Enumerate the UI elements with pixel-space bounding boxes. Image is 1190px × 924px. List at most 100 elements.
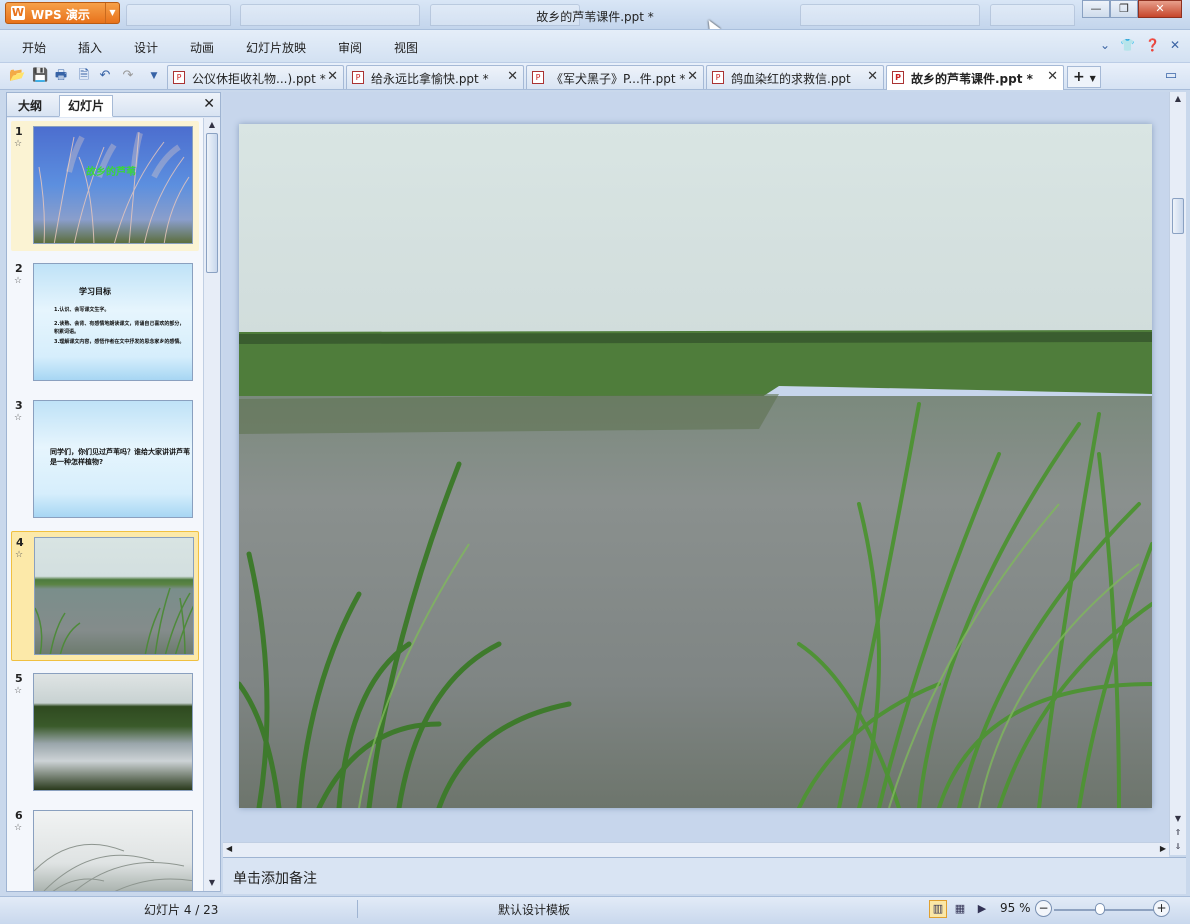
slide-line: 2.读熟、会背、有感情地朗读课文，背诵自己喜欢的部分，积累词语。: [54, 321, 185, 335]
zoom-out-icon[interactable]: −: [1035, 900, 1052, 917]
scroll-left-icon[interactable]: ◀: [226, 844, 232, 853]
menu-review[interactable]: 审阅: [338, 39, 362, 56]
minimize-button[interactable]: —: [1082, 0, 1110, 18]
close-tab-icon[interactable]: ✕: [507, 69, 518, 84]
new-tab-button[interactable]: + ▼: [1067, 66, 1101, 88]
window-controls: — ❐ ✕: [1082, 0, 1182, 18]
pane-tab-bar: 大纲 幻灯片 ✕: [7, 93, 220, 117]
animation-star-icon: ☆: [14, 823, 23, 833]
zoom-slider[interactable]: [1054, 909, 1156, 911]
slideshow-view-icon[interactable]: ▶: [973, 900, 991, 918]
slide-preview-grass: [33, 810, 193, 891]
close-pane-icon[interactable]: ✕: [203, 96, 215, 112]
normal-view-icon[interactable]: ▥: [929, 900, 947, 918]
chevron-down-icon: ▼: [1089, 74, 1096, 83]
tab-slides[interactable]: 幻灯片: [59, 95, 114, 117]
save-icon[interactable]: 💾: [32, 68, 48, 84]
slide-editor: [223, 92, 1169, 855]
tab-outline[interactable]: 大纲: [9, 95, 51, 117]
slide-number: 3: [15, 399, 23, 412]
menu-bar: 开始 插入 设计 动画 幻灯片放映 审阅 视图 ⌄ 👕 ❓ ✕: [0, 30, 1190, 62]
status-separator: [357, 900, 358, 918]
editor-vertical-scrollbar[interactable]: ▲ ▼ ⇑ ⇓: [1169, 92, 1186, 855]
close-tab-icon[interactable]: ✕: [867, 69, 878, 84]
slide-thumbnail[interactable]: 2 ☆ 学习目标 1.认识、会写课文生字。 2.读熟、会背、有感情地朗读课文，背…: [11, 258, 199, 388]
close-button[interactable]: ✕: [1138, 0, 1182, 18]
slide-indicator: 幻灯片 4 / 23: [144, 903, 219, 917]
menu-animation[interactable]: 动画: [190, 39, 214, 56]
design-template-label[interactable]: 默认设计模板: [498, 901, 570, 918]
next-slide-icon[interactable]: ⇓: [1170, 840, 1186, 854]
window-layout-icon[interactable]: ▭: [1163, 68, 1179, 84]
slide-thumbnail[interactable]: 1 ☆ 故乡的芦苇: [11, 121, 199, 251]
animation-star-icon: ☆: [14, 139, 23, 149]
scroll-up-icon[interactable]: ▲: [204, 118, 220, 132]
doc-tab[interactable]: P 《军犬黑子》P...件.ppt * ✕: [526, 65, 704, 89]
slide-thumbnail[interactable]: 3 ☆ 同学们，你们见过芦苇吗？谁给大家讲讲芦苇是一种怎样植物?: [11, 395, 199, 525]
menu-slideshow[interactable]: 幻灯片放映: [246, 39, 306, 56]
window-title: 故乡的芦苇课件.ppt *: [536, 10, 654, 24]
scroll-up-icon[interactable]: ▲: [1170, 92, 1186, 106]
current-slide[interactable]: [239, 124, 1152, 808]
ppt-file-icon: P: [892, 71, 904, 84]
slide-preview-reeds: 故乡的芦苇: [33, 126, 193, 244]
menu-insert[interactable]: 插入: [78, 39, 102, 56]
skin-icon[interactable]: 👕: [1120, 38, 1135, 52]
close-tab-icon[interactable]: ✕: [327, 69, 338, 84]
previous-slide-icon[interactable]: ⇑: [1170, 826, 1186, 840]
editor-horizontal-scrollbar[interactable]: ◀ ▶: [223, 842, 1169, 857]
doc-tab-label: 《军犬黑子》P...件.ppt *: [551, 72, 686, 86]
zoom-in-icon[interactable]: +: [1153, 900, 1170, 917]
slide-line: 1.认识、会写课文生字。: [54, 307, 110, 313]
doc-tab[interactable]: P 给永远比拿愉快.ppt * ✕: [346, 65, 524, 89]
maximize-button[interactable]: ❐: [1110, 0, 1138, 18]
scroll-right-icon[interactable]: ▶: [1160, 844, 1166, 853]
slide-preview-blue: 学习目标 1.认识、会写课文生字。 2.读熟、会背、有感情地朗读课文，背诵自己喜…: [33, 263, 193, 381]
scroll-down-icon[interactable]: ▼: [204, 876, 220, 890]
slide-thumbnail[interactable]: 6 ☆: [11, 805, 199, 891]
title-bar: W WPS 演示 ▼ 故乡的芦苇课件.ppt * — ❐ ✕: [0, 0, 1190, 30]
slide-sorter-view-icon[interactable]: ▦: [951, 900, 969, 918]
doc-tab[interactable]: P 公仪休拒收礼物...).ppt * ✕: [167, 65, 344, 89]
print-preview-icon[interactable]: 🗎: [76, 68, 92, 84]
lake-reeds-photo: [239, 124, 1152, 808]
menu-home[interactable]: 开始: [22, 39, 46, 56]
scroll-thumb[interactable]: [206, 133, 218, 273]
chevron-down-icon[interactable]: ⌄: [1100, 38, 1110, 52]
undo-icon[interactable]: ↶: [97, 68, 113, 84]
menu-view[interactable]: 视图: [394, 39, 418, 56]
close-tab-icon[interactable]: ✕: [687, 69, 698, 84]
close-ribbon-icon[interactable]: ✕: [1170, 38, 1180, 52]
zoom-level: 95 %: [1000, 901, 1031, 915]
notes-pane[interactable]: 单击添加备注: [223, 857, 1186, 894]
scroll-down-icon[interactable]: ▼: [1170, 812, 1186, 826]
reeds-graphic: [35, 587, 193, 654]
slide-preview-blue: 同学们，你们见过芦苇吗？谁给大家讲讲芦苇是一种怎样植物?: [33, 400, 193, 518]
ppt-file-icon: P: [712, 71, 724, 84]
animation-star-icon: ☆: [14, 686, 23, 696]
close-tab-icon[interactable]: ✕: [1047, 69, 1058, 84]
slide-thumbnail-selected[interactable]: 4 ☆: [11, 531, 199, 661]
zoom-slider-knob[interactable]: [1095, 903, 1105, 915]
scroll-thumb[interactable]: [1172, 198, 1184, 234]
reed-plumes-graphic: [38, 131, 190, 243]
open-folder-icon[interactable]: 📂: [9, 68, 25, 84]
doc-tab-active[interactable]: P 故乡的芦苇课件.ppt * ✕: [886, 65, 1064, 90]
print-icon[interactable]: 🖶: [53, 68, 69, 84]
redo-icon[interactable]: ↷: [120, 68, 136, 84]
doc-tab[interactable]: P 鸽血染红的求救信.ppt ✕: [706, 65, 884, 89]
status-bar: 幻灯片 4 / 23 默认设计模板 ▥ ▦ ▶ 95 % − +: [0, 896, 1190, 924]
slide-line: 3.理解课文内容，感悟作者在文中抒发的思念家乡的感情。: [54, 339, 185, 345]
thumbnail-scrollbar[interactable]: ▲ ▼: [203, 118, 220, 891]
notes-placeholder: 单击添加备注: [233, 871, 317, 887]
animation-star-icon: ☆: [15, 550, 24, 560]
help-icon[interactable]: ❓: [1145, 38, 1160, 52]
doc-tab-label: 公仪休拒收礼物...).ppt *: [192, 72, 326, 86]
slide-number: 5: [15, 672, 23, 685]
doc-tab-label: 给永远比拿愉快.ppt *: [371, 72, 489, 86]
customize-toolbar-icon[interactable]: ▼: [146, 68, 162, 84]
slide-number: 6: [15, 809, 23, 822]
ppt-file-icon: P: [173, 71, 185, 84]
menu-design[interactable]: 设计: [134, 39, 158, 56]
slide-thumbnail[interactable]: 5 ☆: [11, 668, 199, 798]
